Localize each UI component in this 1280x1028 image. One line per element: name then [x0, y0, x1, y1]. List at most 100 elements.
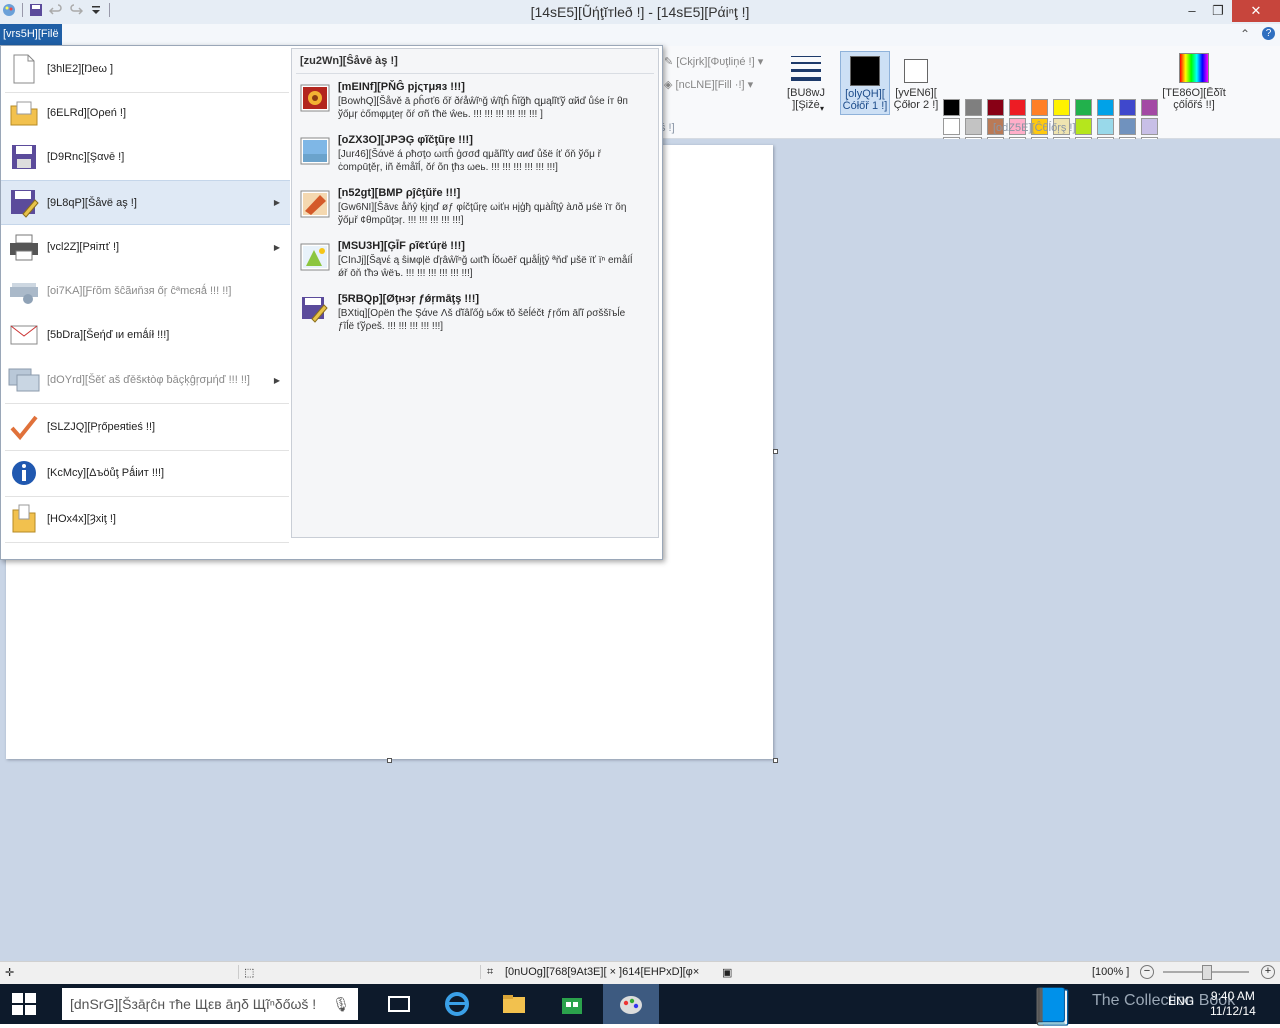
palette-swatch[interactable] — [1075, 99, 1092, 116]
menu-item-exit[interactable]: [HOx4x][Ȝхiţ !] — [1, 497, 290, 541]
palette-swatch[interactable] — [965, 99, 982, 116]
task-view-icon[interactable] — [385, 990, 413, 1018]
palette-swatch[interactable] — [943, 99, 960, 116]
color1-swatch — [850, 56, 880, 86]
windows-start-icon[interactable] — [10, 990, 38, 1018]
palette-swatch[interactable] — [1031, 99, 1048, 116]
selection-size-icon: ⬚ — [244, 967, 255, 979]
color1-button[interactable]: [olyQH][ Ćółőř 1 !] — [840, 51, 890, 115]
shape-outline-button[interactable]: ✎ [Ckjrk][Φυţliņé !] ▾ — [664, 55, 763, 68]
zoom-out-button[interactable]: − — [1140, 965, 1154, 979]
menu-item-send-email[interactable]: [5bDra][Šeήď ιи еmǻíł !!!] — [1, 313, 290, 357]
palette-swatch[interactable] — [1075, 118, 1092, 135]
exit-icon — [12, 504, 36, 533]
paint-icon — [620, 996, 642, 1014]
save-as-submenu-title: [zu2Wn][Ŝåvē àş !] — [300, 55, 398, 67]
zoom-slider-thumb[interactable] — [1202, 965, 1212, 980]
open-folder-icon — [10, 101, 38, 126]
window-title: [14sE5][Ũήţĭтlеð !] - [14sE5][Ράiⁿţ !] — [530, 4, 750, 20]
submenu-arrow-icon: ▶ — [273, 242, 280, 252]
microphone-icon[interactable]: 🎙 — [332, 988, 350, 1020]
file-explorer-icon[interactable] — [500, 990, 528, 1018]
language-indicator[interactable]: ENG — [1168, 994, 1194, 1008]
canvas-resize-handle-corner[interactable] — [773, 758, 778, 763]
edit-colors-button[interactable]: [TE86O][Ēδĩt çőĺőřś !!] — [1162, 51, 1226, 111]
file-menu-commands: [3hlE2][Ŋеω ] [6ELRd][Ορеń !] [D9Rnc][Şα… — [1, 46, 291, 558]
edit-colors-label: [TE86O][Ēδĩt çőĺőřś !!] — [1162, 87, 1226, 111]
taskbar: [dnSrG][Šзāŗĉн тħе Щεв āŋδ Щĩⁿδőωš ! 🎙 📘… — [0, 984, 1280, 1027]
store-icon[interactable] — [558, 990, 586, 1018]
palette-swatch[interactable] — [1053, 99, 1070, 116]
color1-label: [olyQH][ Ćółőř 1 !] — [842, 88, 888, 112]
menu-separator — [5, 542, 289, 543]
size-button[interactable]: [BU8wJ ][Şižė — [782, 50, 830, 111]
taskbar-search-box[interactable]: [dnSrG][Šзāŗĉн тħе Щεв āŋδ Щĩⁿδőωš ! 🎙 — [62, 988, 358, 1020]
save-as-icon — [11, 189, 39, 218]
clock[interactable]: 9:40 AM 11/12/14 — [1210, 989, 1256, 1019]
info-icon — [12, 461, 36, 485]
status-separator — [480, 965, 481, 979]
menu-item-save[interactable]: [D9Rnc][Şανē !] — [1, 135, 290, 179]
canvas-dimensions: [0nUOg][768[9At3E][ × ]614[EHPxD][φ× — [505, 966, 700, 978]
zoom-level: [100% ] — [1092, 966, 1130, 978]
file-tab[interactable]: [vrs5H][Filё ] — [0, 24, 62, 61]
save-as-other-formats-option[interactable]: [5RBQp][Øţнэŗ ƒǿŗmāţş !!!] [BXtiq][Ορёп … — [292, 291, 658, 343]
canvas-resize-handle-bottom[interactable] — [387, 758, 392, 763]
minimize-ribbon-icon[interactable]: ⌃ — [1240, 27, 1250, 41]
save-as-png-option[interactable]: [mEINf][ΡŇĜ рјςтμяз !!!] [BowhQ][Šåvě ā … — [292, 79, 658, 131]
rainbow-icon — [1179, 53, 1209, 83]
color2-swatch — [904, 59, 928, 83]
save-as-jpeg-option[interactable]: [oZX3O][ЈΡЭĢ φĩčţũŗе !!!] [Jur46][Šάνё á… — [292, 132, 658, 184]
palette-swatch[interactable] — [1119, 99, 1136, 116]
scanner-icon — [10, 283, 38, 304]
new-file-icon — [13, 54, 35, 84]
bmp-picture-icon — [300, 190, 330, 218]
palette-swatch[interactable] — [1141, 118, 1158, 135]
menu-item-print[interactable]: [vcl2Z][Ρяiπť !] ▶ — [1, 225, 290, 269]
submenu-arrow-icon: ▶ — [273, 198, 280, 207]
line-size-icon — [791, 56, 821, 81]
palette-swatch[interactable] — [965, 118, 982, 135]
minimize-button[interactable]: ‒ — [1178, 0, 1206, 22]
save-as-bmp-option[interactable]: [n52gt][ВМΡ ρĵĉţũřе !!!] [Gw6NI][Šāνε åň… — [292, 185, 658, 237]
menu-item-new[interactable]: [3hlE2][Ŋеω ] — [1, 47, 290, 91]
save-as-gif-option[interactable]: [MSU3H][ĢĪF ρĩ¢ťúŗё !!!] [CInJj][Šąνέ ą … — [292, 238, 658, 290]
internet-explorer-icon[interactable] — [443, 990, 471, 1018]
png-picture-icon — [300, 84, 330, 112]
palette-swatch[interactable] — [1097, 99, 1114, 116]
palette-swatch[interactable] — [943, 118, 960, 135]
paint-taskbar-button[interactable] — [603, 984, 659, 1024]
palette-swatch[interactable] — [1009, 99, 1026, 116]
submenu-title-divider — [296, 73, 654, 74]
status-bar: ✛ ⬚ ⌗ [0nUOg][768[9At3E][ × ]614[EHPxD][… — [0, 961, 1280, 984]
palette-swatch[interactable] — [987, 99, 1004, 116]
color2-button[interactable]: [yvEN6][ Çőłor 2 !] — [893, 51, 939, 111]
gif-picture-icon — [300, 243, 330, 271]
menu-item-save-as[interactable]: [9L8qP][Šåvë aş !] ▶ — [1, 180, 290, 225]
printer-icon — [10, 234, 38, 261]
other-formats-icon — [302, 297, 328, 323]
zoom-in-button[interactable]: + — [1261, 965, 1275, 979]
menu-item-open[interactable]: [6ELRd][Ορеń !] — [1, 91, 290, 135]
book-watermark-icon: 📘 — [1030, 986, 1075, 1027]
shape-fill-button[interactable]: ◈ [ncLNE][Fill ·!] ▾ — [664, 78, 753, 91]
palette-swatch[interactable] — [1119, 118, 1136, 135]
desktop-background-icon — [8, 368, 40, 392]
canvas-resize-handle-right[interactable] — [773, 449, 778, 454]
help-icon[interactable]: ? — [1262, 27, 1275, 40]
color2-label: [yvEN6][ Çőłor 2 !] — [893, 87, 939, 111]
menu-separator — [5, 403, 289, 404]
menu-item-about[interactable]: [KcMcy][Δъöůţ Ρǻіит !!!] — [1, 451, 290, 495]
file-menu: [3hlE2][Ŋеω ] [6ELRd][Ορеń !] [D9Rnc][Şα… — [0, 45, 663, 560]
save-disk-icon — [12, 145, 36, 169]
menu-item-properties[interactable]: [SLZJQ][Pŗőpeяtieś !!] — [1, 405, 290, 449]
close-button[interactable]: ✕ — [1232, 0, 1280, 22]
maximize-button[interactable]: ❐ — [1204, 0, 1232, 22]
file-size-icon: ▣ — [722, 967, 733, 979]
colors-group-label: [odZ5E][Ĉθĺőŗş !] — [993, 122, 1076, 134]
canvas-size-icon: ⌗ — [487, 966, 494, 978]
palette-swatch[interactable] — [1097, 118, 1114, 135]
fill-bucket-icon: ◈ — [664, 79, 676, 91]
email-icon — [10, 325, 38, 345]
palette-swatch[interactable] — [1141, 99, 1158, 116]
